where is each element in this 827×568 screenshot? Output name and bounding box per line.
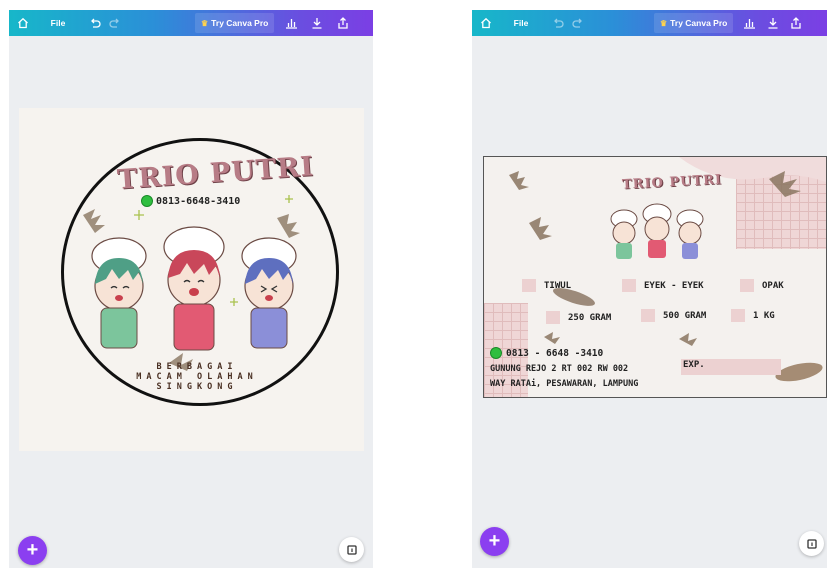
contact-phone-number: 0813-6648-3410 [156,195,241,207]
try-canva-pro-label: Try Canva Pro [670,18,728,28]
pages-icon [346,544,357,555]
tagline-line-1: BERBAGAI [156,362,238,372]
share-icon[interactable] [330,10,356,36]
download-icon[interactable] [761,10,785,36]
chart-icon[interactable] [278,10,304,36]
add-element-button[interactable]: + [480,527,509,556]
weight-checkbox-250[interactable] [546,311,560,324]
crown-icon: ♛ [201,18,209,28]
tagline: BERBAGAI MACAM OLAHAN SINGKONG [97,362,297,392]
weight-checkbox-500[interactable] [641,309,655,322]
try-canva-pro-button[interactable]: ♛ Try Canva Pro [654,13,734,33]
crown-icon: ♛ [660,18,668,28]
pages-icon [806,538,817,549]
option-checkbox-eyek[interactable] [622,279,636,292]
chef-character-2 [163,226,225,351]
chef-character-3 [241,237,297,349]
try-canva-pro-button[interactable]: ♛ Try Canva Pro [195,13,275,33]
file-menu-button[interactable]: File [43,10,73,36]
weight-label-1kg: 1 KG [753,311,775,321]
logo-design-canvas[interactable]: TRIO PUTRI 0813-6648-3410 BERBAGAI MACAM… [19,108,364,451]
chart-icon[interactable] [737,10,761,36]
download-icon[interactable] [304,10,330,36]
tagline-line-2: MACAM OLAHAN [136,372,258,382]
chef-character-1 [91,237,147,349]
option-label-tiwul: TIWUL [544,281,572,291]
file-menu-button[interactable]: File [506,10,536,36]
tagline-line-3: SINGKONG [156,382,238,392]
home-icon[interactable] [472,10,500,36]
home-icon[interactable] [9,10,37,36]
redo-icon[interactable] [568,10,588,36]
undo-icon[interactable] [548,10,568,36]
address-line-2: WAY RATAi, PESAWARAN, LAMPUNG [490,379,639,389]
weight-label-500: 500 GRAM [663,311,707,321]
weight-checkbox-1kg[interactable] [731,309,745,322]
editor-screen-left: File ♛ Try Canva Pro TRIO PUTRI 0813-664… [9,10,373,568]
expiry-label: EXP. [683,360,705,370]
option-label-eyek: EYEK - EYEK [644,281,704,291]
whatsapp-icon [490,347,502,359]
try-canva-pro-label: Try Canva Pro [211,18,269,28]
add-element-button[interactable]: + [18,536,47,565]
address-line-1: GUNUNG REJO 2 RT 002 RW 002 [490,364,629,374]
whatsapp-icon [141,195,153,207]
editor-toolbar: File ♛ Try Canva Pro [9,10,373,36]
redo-icon[interactable] [105,10,125,36]
option-checkbox-opak[interactable] [740,279,754,292]
weight-label-250: 250 GRAM [568,313,612,323]
label-design-canvas[interactable]: TRIO PUTRI TIWUL EYEK - EYEK OPAK 250 GR… [483,156,827,398]
option-label-opak: OPAK [762,281,784,291]
contact-phone: 0813-6648-3410 [141,195,240,207]
undo-icon[interactable] [85,10,105,36]
pages-button[interactable] [799,531,824,556]
option-checkbox-tiwul[interactable] [522,279,536,292]
contact-phone: 0813 - 6648 -3410 [490,347,603,359]
contact-phone-number: 0813 - 6648 -3410 [506,347,604,359]
share-icon[interactable] [785,10,807,36]
pages-button[interactable] [339,537,364,562]
editor-toolbar: File ♛ Try Canva Pro [472,10,827,36]
editor-screen-right: File ♛ Try Canva Pro TRIO PUTRI TIWUL EY… [472,10,827,568]
